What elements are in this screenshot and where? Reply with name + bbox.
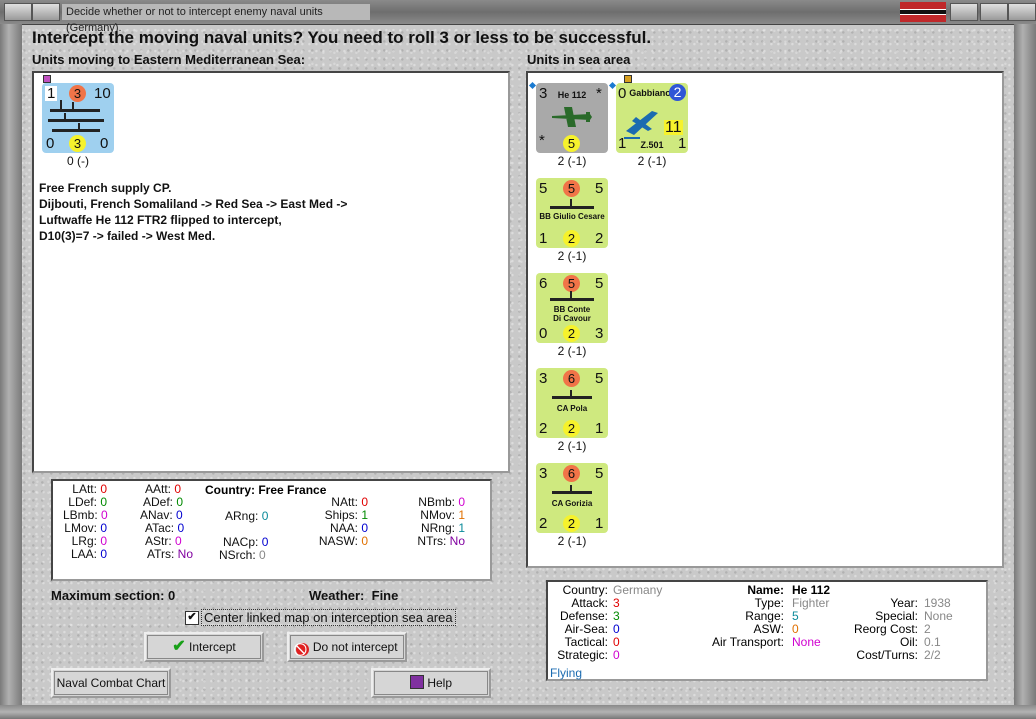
moving-units-panel[interactable]: 1 3 10 0 3 0 0 (-) Free French supply CP… <box>32 71 510 473</box>
weather-label: Weather: Fine <box>309 588 399 603</box>
battleship-icon <box>550 206 594 209</box>
sea-units-panel[interactable]: 3 He 112 * * 5 2 (-1) 0 Gabbiano 2 11 1 … <box>526 71 1004 568</box>
system-menu-button[interactable] <box>4 3 32 21</box>
unit-marker-icon <box>624 75 632 83</box>
cruiser-icon <box>552 396 592 399</box>
center-map-checkbox[interactable]: ✔ <box>185 611 199 625</box>
selected-marker-icon <box>528 81 537 90</box>
moving-units-label: Units moving to Eastern Mediterranean Se… <box>32 52 306 67</box>
unit-stats-panel: LAtt: 0 LDef: 0 LBmb: 0 LMov: 0 LRg: 0 L… <box>51 479 492 581</box>
minimize-button[interactable] <box>32 3 60 21</box>
cruiser-icon <box>552 491 592 494</box>
checkmark-icon: ✔ <box>172 638 186 655</box>
country-line: Country: Free France <box>205 483 327 497</box>
battleship-icon <box>550 298 594 301</box>
do-not-intercept-button[interactable]: ⃠ Do not intercept <box>287 632 407 662</box>
sea-unit-counter-gabbiano[interactable]: 0 Gabbiano 2 11 1 Z.501 1 <box>616 83 688 153</box>
frame-bottom <box>0 705 1036 719</box>
interception-log: Free French supply CP. Dijbouti, French … <box>39 181 348 243</box>
sea-unit-counter-gorizia[interactable]: 3 6 5 CA Gorizia 2 2 1 <box>536 463 608 533</box>
help-button[interactable]: Help <box>371 668 491 698</box>
help-book-icon <box>409 675 424 689</box>
naval-combat-chart-button[interactable]: Naval Combat Chart <box>51 668 171 698</box>
moving-unit-caption: 0 (-) <box>67 154 89 168</box>
prohibited-icon: ⃠ <box>296 643 310 656</box>
close-button[interactable] <box>1008 3 1036 21</box>
moving-unit-counter[interactable]: 1 3 10 0 3 0 <box>42 83 114 153</box>
window-title: Decide whether or not to intercept enemy… <box>62 4 370 34</box>
sea-units-label: Units in sea area <box>527 52 631 67</box>
sea-unit-counter-conte-di-cavour[interactable]: 6 5 5 BB Conte Di Cavour 0 2 3 <box>536 273 608 343</box>
unit-info-panel: Country: Attack: Defense: Air-Sea: Tacti… <box>546 580 988 681</box>
restore-button[interactable] <box>950 3 978 21</box>
title-bar: Decide whether or not to intercept enemy… <box>0 0 1036 34</box>
sea-unit-counter-pola[interactable]: 3 6 5 CA Pola 2 2 1 <box>536 368 608 438</box>
transport-ship-icon <box>50 109 100 112</box>
fighter-plane-icon <box>552 107 592 127</box>
germany-flag-icon <box>900 2 946 22</box>
unit-marker-icon <box>43 75 51 83</box>
seaplane-icon <box>624 111 658 139</box>
dialog-heading: Intercept the moving naval units? You ne… <box>32 28 652 47</box>
intercept-button[interactable]: ✔ Intercept <box>144 632 264 662</box>
frame-left <box>0 24 22 719</box>
maximize-button[interactable] <box>980 3 1008 21</box>
center-map-checkbox-label[interactable]: Center linked map on interception sea ar… <box>201 609 456 626</box>
max-section-label: Maximum section: 0 <box>51 588 176 603</box>
flying-status: Flying <box>550 666 583 680</box>
frame-right <box>1014 24 1036 719</box>
sea-unit-counter-he112[interactable]: 3 He 112 * * 5 <box>536 83 608 153</box>
sea-unit-counter-giulio-cesare[interactable]: 5 5 5 BB Giulio Cesare 1 2 2 <box>536 178 608 248</box>
